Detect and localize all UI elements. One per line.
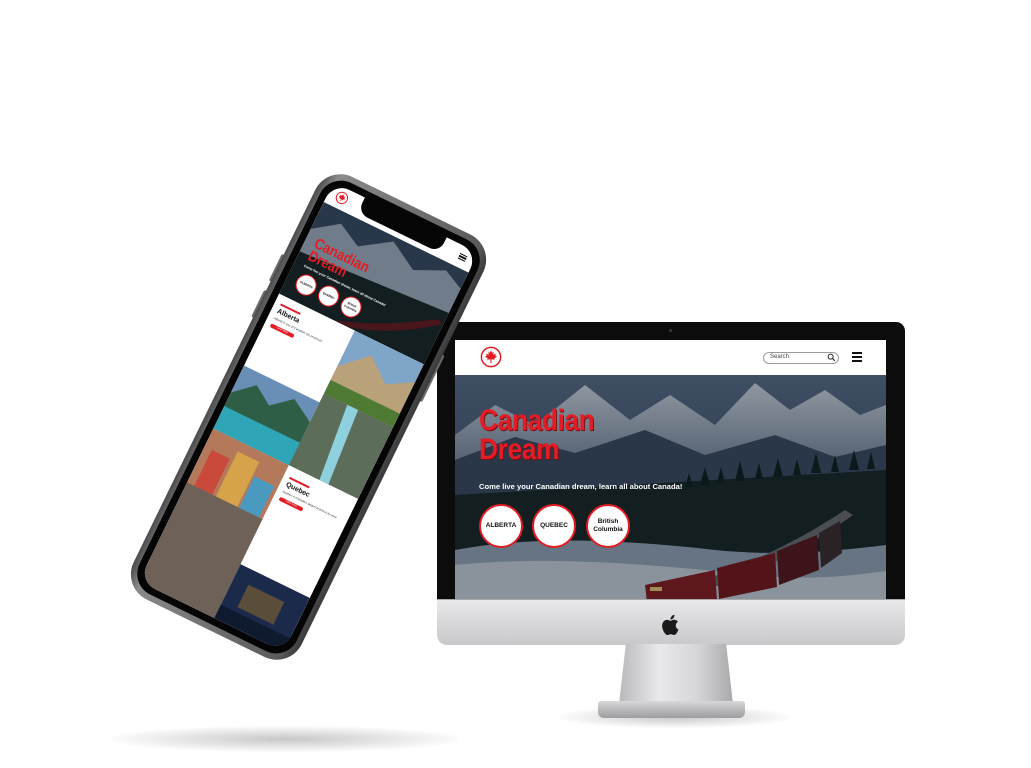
hamburger-menu-icon[interactable] [852,352,862,362]
desktop-website-screen: Search Canadian Dream Come live your Can… [455,340,886,602]
quebec-button[interactable]: QUEBEC [532,504,576,548]
maple-leaf-icon[interactable] [333,189,350,206]
site-header: Search [455,340,886,375]
phone-floor-shadow [110,726,460,752]
imac-camera [669,329,672,332]
hero-title: Canadian Dream [479,404,595,466]
mobile-website-screen: Canadian Dream Come live your Canadian d… [138,182,479,652]
hero-subtitle: Come live your Canadian dream, learn all… [479,482,683,491]
british-columbia-button[interactable]: British Columbia [586,504,630,548]
alberta-button[interactable]: ALBERTA [479,504,523,548]
hero-section: Canadian Dream Come live your Canadian d… [455,375,886,602]
imac-device: Search Canadian Dream Come live your Can… [437,322,905,645]
imac-chin [437,599,905,645]
maple-leaf-icon[interactable] [480,346,502,368]
apple-logo-icon [662,614,679,635]
imac-stand-neck [619,644,733,704]
imac-stand-foot [598,701,745,718]
hamburger-menu-icon[interactable] [457,252,468,263]
search-icon[interactable] [827,353,836,362]
